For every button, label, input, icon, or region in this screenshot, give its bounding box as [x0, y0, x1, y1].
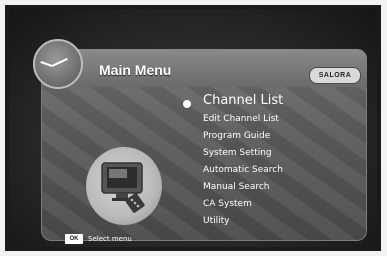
menu-header: Main Menu SALORA	[41, 49, 367, 87]
main-menu-list: Channel List Edit Channel List Program G…	[203, 91, 373, 230]
menu-item-program-guide[interactable]: Program Guide	[203, 128, 373, 145]
selection-bullet-icon	[183, 100, 191, 108]
main-menu-panel: Main Menu SALORA Channel List Edit Chann…	[41, 49, 367, 244]
menu-item-label: Channel List	[203, 93, 284, 108]
menu-item-label: CA System	[203, 199, 252, 209]
clock-icon	[33, 39, 83, 89]
menu-item-utility[interactable]: Utility	[203, 213, 373, 230]
brand-logo: SALORA	[309, 67, 361, 84]
tv-frame: Main Menu SALORA Channel List Edit Chann…	[5, 5, 381, 251]
menu-item-ca-system[interactable]: CA System	[203, 196, 373, 213]
ok-key-icon: OK	[65, 234, 83, 244]
menu-item-label: Automatic Search	[203, 165, 283, 175]
clock-hand	[40, 60, 53, 67]
menu-item-system-setting[interactable]: System Setting	[203, 145, 373, 162]
menu-item-label: System Setting	[203, 148, 272, 158]
menu-footer: OK Select menu	[41, 233, 367, 247]
clock-hand	[51, 57, 68, 67]
page-title: Main Menu	[99, 62, 172, 78]
menu-item-channel-list[interactable]: Channel List	[203, 91, 373, 111]
menu-item-edit-channel-list[interactable]: Edit Channel List	[203, 111, 373, 128]
tv-screen: Main Menu SALORA Channel List Edit Chann…	[9, 9, 377, 247]
footer-hint: Select menu	[88, 235, 132, 243]
menu-item-label: Program Guide	[203, 131, 271, 141]
tv-remote-icon	[86, 147, 162, 225]
menu-item-label: Manual Search	[203, 182, 270, 192]
menu-item-label: Edit Channel List	[203, 114, 279, 124]
menu-item-label: Utility	[203, 216, 230, 226]
menu-item-automatic-search[interactable]: Automatic Search	[203, 162, 373, 179]
menu-item-manual-search[interactable]: Manual Search	[203, 179, 373, 196]
